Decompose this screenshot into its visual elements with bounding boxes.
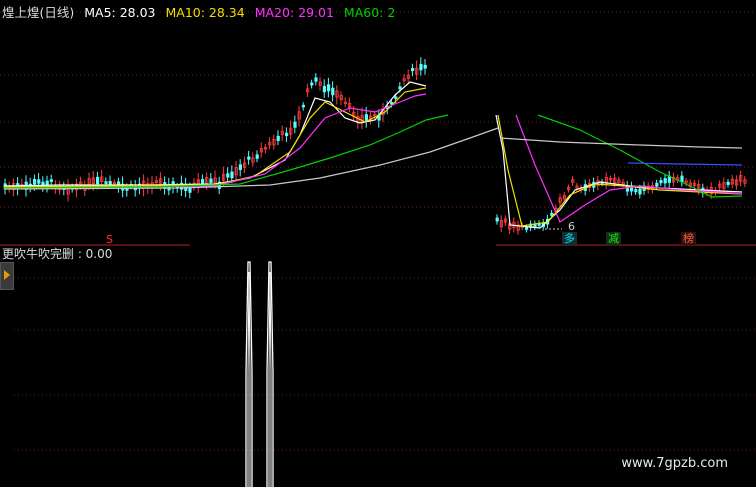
candle-body-71	[301, 104, 306, 108]
candle-body-86	[364, 114, 369, 122]
ma5-line-right	[495, 114, 743, 229]
candle-body-49	[209, 178, 213, 183]
indicator-label: 更吹牛吹完删 : 0.00	[2, 247, 113, 261]
candle-body-r-55	[726, 181, 730, 185]
ma10-line-right	[497, 114, 743, 227]
candle-body-8	[37, 179, 41, 184]
candle-body-69	[293, 121, 297, 128]
candle-body-76	[322, 85, 327, 93]
candle-body-11	[49, 179, 54, 182]
candle-body-77	[326, 84, 331, 92]
candle-body-7	[33, 178, 37, 185]
candle-body-r-33	[634, 189, 638, 193]
candle-body-53	[226, 173, 230, 178]
signal-jian: 减	[606, 232, 621, 245]
candle-body-24	[104, 181, 108, 184]
panel-toggle-tab[interactable]	[0, 262, 14, 290]
candle-body-r-13	[550, 212, 554, 216]
candle-body-73	[310, 82, 314, 86]
stock-name: 煌上煌(日线)	[2, 5, 75, 20]
candle-body-78	[331, 87, 335, 96]
ma20-label: MA20: 29.01	[254, 5, 334, 20]
ma-long-line-right	[499, 137, 743, 149]
low-price-marker: 6	[568, 220, 575, 233]
candle-body-97	[410, 67, 415, 72]
candle-body-22	[96, 176, 100, 185]
candle-body-25	[108, 180, 112, 185]
candle-body-r-34	[638, 188, 642, 195]
ma10-label: MA10: 28.34	[165, 5, 245, 20]
candle-body-93	[394, 96, 398, 99]
ma-long-line-left	[3, 127, 499, 190]
signal-s: S	[106, 233, 113, 246]
indicator-spike-inner-1	[268, 271, 272, 487]
candle-body-r-40	[663, 178, 667, 184]
ma20-line-right	[515, 114, 743, 223]
candle-body-54	[230, 171, 234, 179]
candle-body-74	[314, 77, 318, 82]
signal-bang: 榜	[681, 232, 696, 245]
ma-legend: 煌上煌(日线) MA5: 28.03 MA10: 28.34 MA20: 29.…	[2, 5, 401, 21]
ma5-label: MA5: 28.03	[84, 5, 156, 20]
ma60-line-left	[3, 114, 449, 189]
ma60-label: MA60: 2	[343, 5, 396, 20]
candle-body-99	[419, 63, 423, 71]
indicator-spike-inner-0	[247, 271, 251, 487]
candle-body-67	[284, 132, 289, 137]
signal-duo: 多	[562, 232, 577, 245]
candle-body-94	[398, 86, 402, 90]
candle-body-58	[247, 156, 251, 160]
candle-body-56	[238, 164, 242, 171]
candle-body-47	[200, 179, 205, 184]
candle-body-100	[423, 64, 427, 69]
candle-body-65	[276, 135, 280, 141]
candle-body-r-7	[525, 227, 529, 230]
candle-body-r-38	[655, 182, 659, 187]
candle-body-60	[255, 154, 259, 159]
watermark: www.7gpzb.com	[621, 456, 728, 471]
candle-body-r-0	[495, 217, 499, 222]
candle-body-r-39	[659, 180, 663, 184]
candle-body-r-44	[680, 175, 684, 183]
